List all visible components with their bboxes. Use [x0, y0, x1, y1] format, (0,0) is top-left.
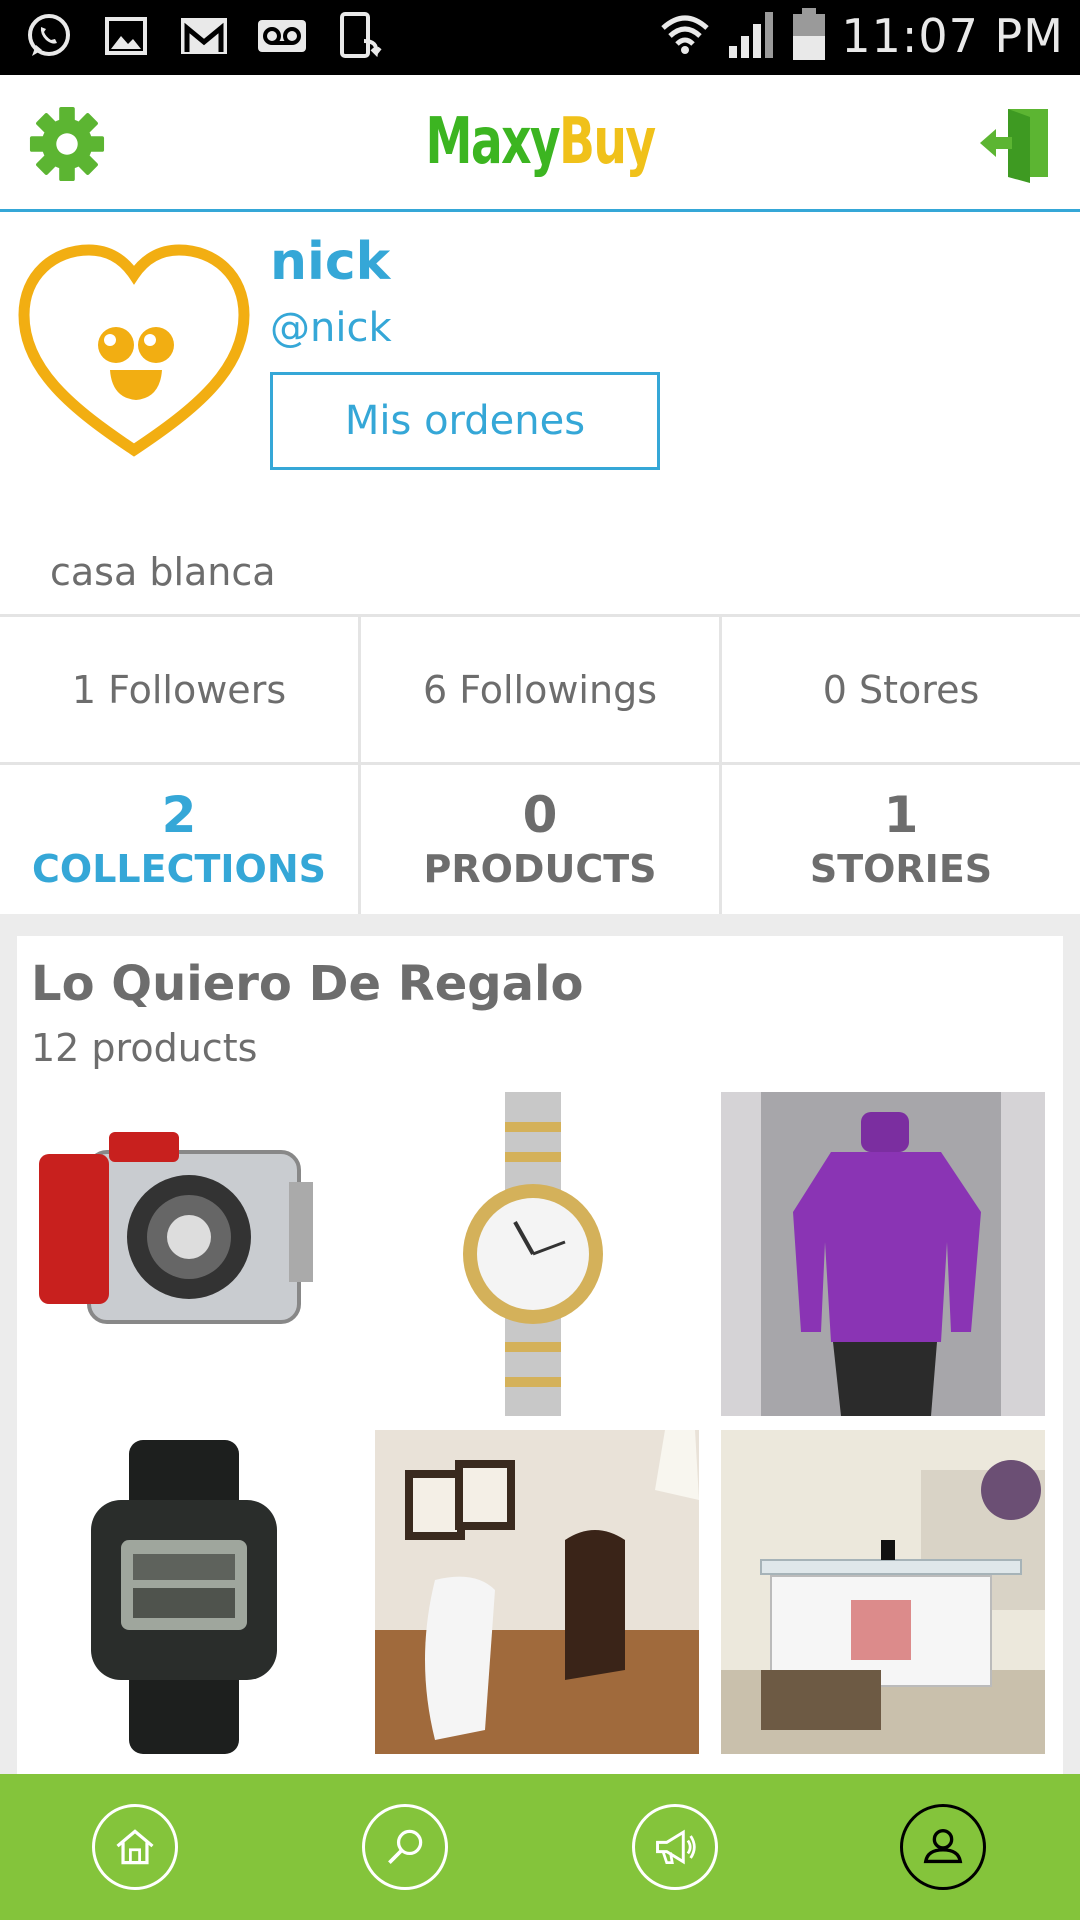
profile-icon[interactable]: [900, 1804, 986, 1890]
tab-count: 1: [883, 785, 919, 844]
logout-icon[interactable]: [978, 103, 1052, 183]
megaphone-icon[interactable]: [632, 1804, 718, 1890]
status-bar: 11:07 PM: [0, 0, 1080, 75]
tab-label: STORIES: [809, 846, 993, 891]
gear-icon[interactable]: [28, 105, 106, 183]
coffee-table-image[interactable]: [721, 1430, 1045, 1754]
content-tabs: 2 COLLECTIONS 0 PRODUCTS 1 STORIES: [0, 762, 1080, 914]
screen: { "status_bar": { "time": "11:07 PM", "l…: [0, 0, 1080, 1920]
gold-watch-image[interactable]: [375, 1092, 699, 1416]
gmail-icon: [178, 10, 230, 62]
signal-icon: [725, 8, 777, 64]
stores-count[interactable]: 0 Stores: [722, 617, 1080, 762]
profile-location: casa blanca: [50, 550, 276, 594]
image-icon: [100, 10, 152, 62]
wifi-icon: [659, 8, 711, 64]
battery-icon: [791, 6, 827, 66]
tab-label: PRODUCTS: [423, 846, 657, 891]
heart-smiley-icon: [18, 244, 250, 457]
tab-products[interactable]: 0 PRODUCTS: [361, 765, 722, 914]
bottom-navigation: [0, 1774, 1080, 1920]
collection-card[interactable]: Lo Quiero De Regalo 12 products: [17, 936, 1063, 1796]
search-icon[interactable]: [362, 1804, 448, 1890]
home-icon[interactable]: [92, 1804, 178, 1890]
tab-stories[interactable]: 1 STORIES: [722, 765, 1080, 914]
camera-housing-image[interactable]: [29, 1092, 353, 1416]
app-header: MaxyBuy: [0, 75, 1080, 212]
tab-count: 0: [522, 785, 558, 844]
whatsapp-icon: [22, 10, 74, 62]
g-shock-watch-image[interactable]: [29, 1430, 353, 1754]
followings-count[interactable]: 6 Followings: [361, 617, 722, 762]
tab-count: 2: [161, 785, 197, 844]
tab-collections[interactable]: 2 COLLECTIONS: [0, 765, 361, 914]
purple-sweater-image[interactable]: [721, 1092, 1045, 1416]
phone-sync-icon: [334, 10, 386, 62]
social-stats: 1 Followers 6 Followings 0 Stores: [0, 614, 1080, 762]
tab-label: COLLECTIONS: [32, 846, 326, 891]
maxybuy-logo: MaxyBuy: [425, 105, 657, 179]
collection-product-count: 12 products: [31, 1026, 258, 1070]
followers-count[interactable]: 1 Followers: [0, 617, 361, 762]
my-orders-button[interactable]: Mis ordenes: [270, 372, 660, 470]
clock: 11:07 PM: [841, 9, 1064, 63]
collection-title: Lo Quiero De Regalo: [31, 956, 584, 1012]
profile-handle: @nick: [270, 305, 392, 351]
profile-name: nick: [270, 232, 391, 292]
avatar: [14, 240, 254, 460]
floor-chair-image[interactable]: [375, 1430, 699, 1754]
voicemail-icon: [256, 10, 308, 62]
